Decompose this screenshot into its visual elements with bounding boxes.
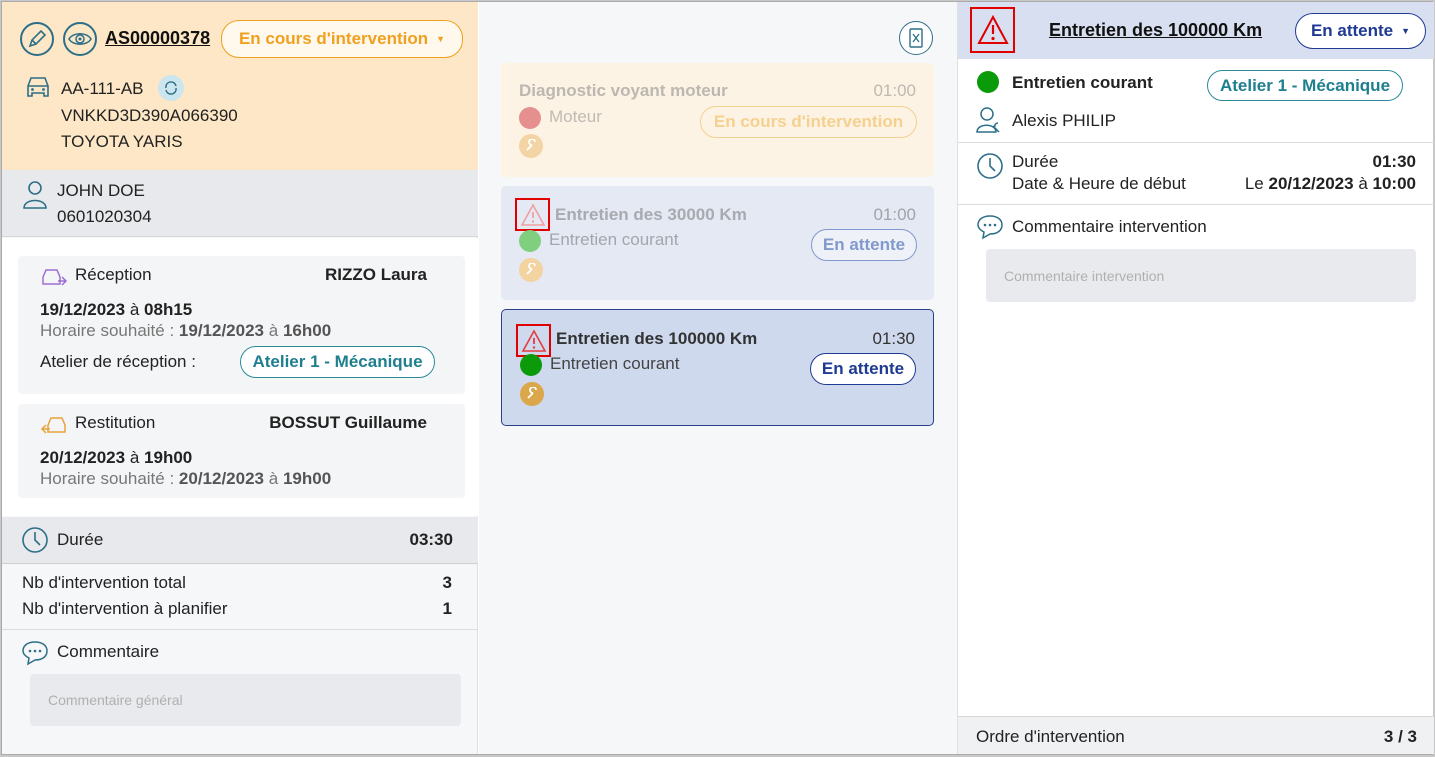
edit-button[interactable] [20, 22, 54, 56]
stat-to-plan-value: 1 [442, 599, 452, 618]
intervention-time: 01:00 [873, 81, 916, 100]
detail-category: Entretien courant [1012, 73, 1153, 92]
intervention-title: Entretien des 30000 Km [555, 205, 747, 224]
client-name: JOHN DOE [57, 181, 145, 200]
pencil-icon [28, 29, 47, 48]
intervention-card-3[interactable]: Entretien des 100000 Km 01:30 Entretien … [501, 309, 934, 426]
intervention-detail: Entretien des 100000 Km En attente ▼ Ent… [957, 2, 1434, 754]
warning-icon [515, 198, 550, 231]
order-status-dropdown[interactable]: En cours d'intervention ▼ [221, 20, 463, 58]
intervention-card-2[interactable]: Entretien des 30000 Km 01:00 Entretien c… [501, 186, 934, 300]
detail-title[interactable]: Entretien des 100000 Km [1049, 20, 1262, 41]
restitution-datetime: 20/12/2023 à 19h00 [40, 448, 193, 467]
reception-card: Réception RIZZO Laura 19/12/2023 à 08h15… [18, 256, 465, 394]
general-comment-input[interactable]: Commentaire général [30, 674, 461, 726]
detail-header: Entretien des 100000 Km En attente ▼ [958, 2, 1434, 59]
intervention-time: 01:30 [872, 329, 915, 348]
detail-status-label: En attente [1310, 21, 1394, 40]
detail-atelier-badge: Atelier 1 - Mécanique [1207, 70, 1403, 101]
reception-atelier-badge: Atelier 1 - Mécanique [240, 346, 435, 378]
intervention-category: Entretien courant [549, 230, 679, 249]
warning-icon [970, 7, 1015, 53]
wrench-icon [520, 382, 544, 406]
intervention-category: Entretien courant [550, 354, 680, 373]
restitution-label: Restitution [75, 413, 156, 432]
eye-icon [68, 33, 92, 45]
user-icon [23, 181, 47, 209]
detail-comment-label: Commentaire intervention [1012, 217, 1207, 236]
intervention-time: 01:00 [873, 205, 916, 224]
clock-icon [977, 153, 1003, 179]
category-dot [519, 230, 541, 252]
order-header: AS00000378 En cours d'intervention ▼ AA-… [2, 2, 478, 170]
duration-bar: Durée 03:30 [2, 517, 478, 564]
category-dot [520, 354, 542, 376]
reception-label: Réception [75, 265, 152, 284]
clock-icon [22, 527, 48, 553]
view-button[interactable] [63, 22, 97, 56]
technician-icon [976, 107, 1000, 133]
intervention-status-badge: En attente [811, 229, 917, 261]
reception-datetime: 19/12/2023 à 08h15 [40, 300, 193, 319]
car-reception-icon [42, 269, 68, 286]
detail-status-dropdown[interactable]: En attente ▼ [1295, 13, 1426, 49]
vehicle-sync-button[interactable] [158, 75, 184, 101]
schedule-section: Réception RIZZO Laura 19/12/2023 à 08h15… [2, 238, 478, 516]
divider [958, 204, 1434, 205]
intervention-status-badge: En attente [810, 353, 916, 385]
wrench-icon [519, 134, 543, 158]
client-section: JOHN DOE 0601020304 [2, 170, 478, 237]
caret-down-icon: ▼ [436, 34, 446, 44]
intervention-order-footer: Ordre d'intervention 3 / 3 [958, 716, 1434, 754]
vehicle-vin: VNKKD3D390A066390 [61, 106, 238, 125]
detail-duration-value: 01:30 [1372, 152, 1416, 171]
stat-total-value: 3 [442, 573, 452, 592]
restitution-card: Restitution BOSSUT Guillaume 20/12/2023 … [18, 404, 465, 498]
stat-total-label: Nb d'intervention total [22, 573, 186, 592]
intervention-status-badge: En cours d'intervention [700, 106, 917, 138]
comment-label: Commentaire [57, 642, 160, 661]
warning-icon [516, 324, 551, 357]
car-icon [27, 77, 49, 97]
restitution-wish: Horaire souhaité : 20/12/2023 à 19h00 [40, 469, 332, 488]
detail-duration-label: Durée [1012, 152, 1059, 171]
scan-icon [909, 28, 923, 48]
intervention-category: Moteur [549, 107, 602, 126]
intervention-title: Diagnostic voyant moteur [519, 81, 728, 100]
comment-icon [22, 641, 48, 666]
car-sync-icon [165, 81, 177, 95]
comment-icon [977, 215, 1003, 240]
reception-atelier-label: Atelier de réception : [40, 352, 196, 371]
reception-wish: Horaire souhaité : 19/12/2023 à 16h00 [40, 321, 332, 340]
caret-down-icon: ▼ [1401, 26, 1411, 36]
category-dot [977, 71, 999, 93]
category-dot [519, 107, 541, 129]
order-value: 3 / 3 [1383, 727, 1417, 746]
intervention-title: Entretien des 100000 Km [556, 329, 758, 348]
client-phone: 0601020304 [57, 207, 152, 226]
detail-start-value: Le 20/12/2023 à 10:00 [1244, 174, 1416, 193]
divider [2, 629, 478, 630]
reception-person: RIZZO Laura [324, 265, 427, 284]
duration-value: 03:30 [409, 530, 453, 549]
intervention-comment-input[interactable]: Commentaire intervention [986, 249, 1416, 302]
divider [958, 142, 1434, 143]
order-status-label: En cours d'intervention [238, 29, 429, 48]
order-panel: AS00000378 En cours d'intervention ▼ AA-… [2, 2, 478, 754]
order-label: Ordre d'intervention [976, 727, 1125, 746]
stat-to-plan-label: Nb d'intervention à planifier [22, 599, 228, 618]
order-reference-link[interactable]: AS00000378 [105, 28, 210, 49]
restitution-person: BOSSUT Guillaume [269, 413, 427, 432]
interventions-list: Diagnostic voyant moteur 01:00 Moteur En… [479, 2, 957, 754]
scan-button[interactable] [899, 21, 933, 55]
detail-start-label: Date & Heure de début [1012, 174, 1186, 193]
detail-technician: Alexis PHILIP [1012, 111, 1116, 130]
car-restitution-icon [40, 417, 66, 434]
intervention-card-1[interactable]: Diagnostic voyant moteur 01:00 Moteur En… [501, 63, 934, 177]
wrench-icon [519, 258, 543, 282]
vehicle-model: TOYOTA YARIS [61, 132, 183, 151]
duration-label: Durée [57, 530, 104, 549]
vehicle-plate: AA-111-AB [61, 79, 144, 98]
